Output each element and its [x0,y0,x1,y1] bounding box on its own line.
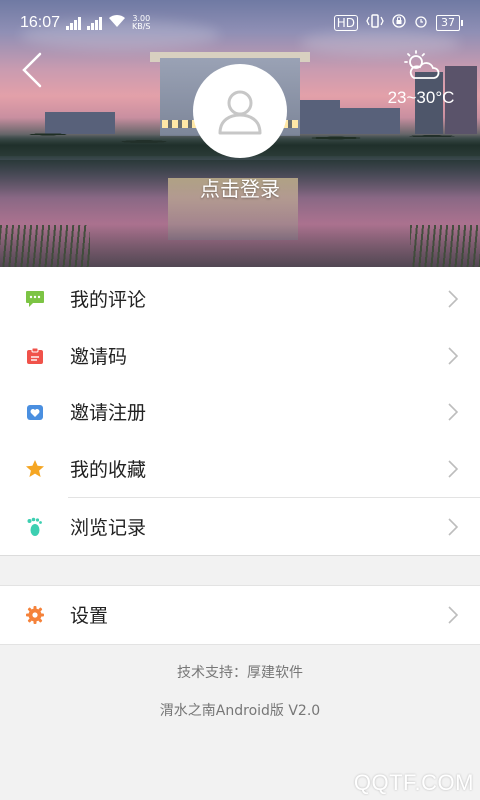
hd-icon: HD [333,15,358,31]
menu-item-settings[interactable]: 设置 [0,586,480,643]
menu-item-invite-code[interactable]: 邀请码 [0,327,480,384]
weather-widget: 23~30°C [376,50,466,108]
status-icons-right: HD 37 [333,14,463,32]
menu-item-label: 设置 [70,605,109,627]
menu-item-label: 邀请码 [70,346,128,368]
menu-item-invite-register[interactable]: 邀请注册 [0,383,480,440]
chevron-right-icon [446,402,460,422]
menu-list: 我的评论 邀请码 邀请注册 我的收藏 浏览记录 [0,267,480,556]
chevron-right-icon [446,289,460,309]
support-text: 技术支持：厚建软件 [177,665,303,681]
partly-cloudy-icon [404,50,440,79]
chevron-right-icon [446,459,460,479]
comment-icon [25,289,45,309]
menu-group-divider [0,555,480,556]
badge-icon [25,346,45,366]
wifi-icon [108,14,126,32]
back-button[interactable] [14,50,50,90]
menu-item-history[interactable]: 浏览记录 [0,498,480,555]
signal-icon-2 [87,16,102,30]
gear-icon [25,605,45,625]
login-button[interactable]: 点击登录 [0,173,480,202]
version-text: 渭水之南Android版 V2.0 [159,703,321,719]
chevron-left-icon [22,52,42,88]
status-bar: 16:07 3.00 KB/S HD 37 [0,0,480,48]
menu-item-comments[interactable]: 我的评论 [0,270,480,327]
footprint-icon [25,517,45,537]
chevron-right-icon [446,346,460,366]
battery-icon: 37 [436,15,463,31]
heart-card-icon [25,402,45,422]
vibrate-icon [366,14,384,32]
avatar[interactable] [193,64,287,158]
settings-group: 设置 [0,585,480,645]
speed-unit: KB/S [132,22,151,31]
status-time: 16:07 [20,14,61,31]
menu-item-label: 浏览记录 [70,517,147,539]
menu-item-favorites[interactable]: 我的收藏 [0,440,480,497]
chevron-right-icon [446,517,460,537]
menu-item-label: 我的评论 [70,289,147,311]
menu-item-label: 邀请注册 [70,402,147,424]
chevron-right-icon [446,605,460,625]
star-icon [25,459,45,479]
user-icon [218,90,262,135]
menu-item-label: 我的收藏 [70,459,147,481]
temperature-range: 23~30°C [387,88,455,107]
network-speed: 3.00 KB/S [132,15,151,31]
footer: 技术支持：厚建软件 渭水之南Android版 V2.0 [0,662,480,720]
lock-icon [392,14,406,32]
signal-icon [66,16,81,30]
alarm-icon [414,14,428,32]
watermark: QQTF.COM [353,770,474,795]
status-icons-left: 3.00 KB/S [66,14,151,32]
